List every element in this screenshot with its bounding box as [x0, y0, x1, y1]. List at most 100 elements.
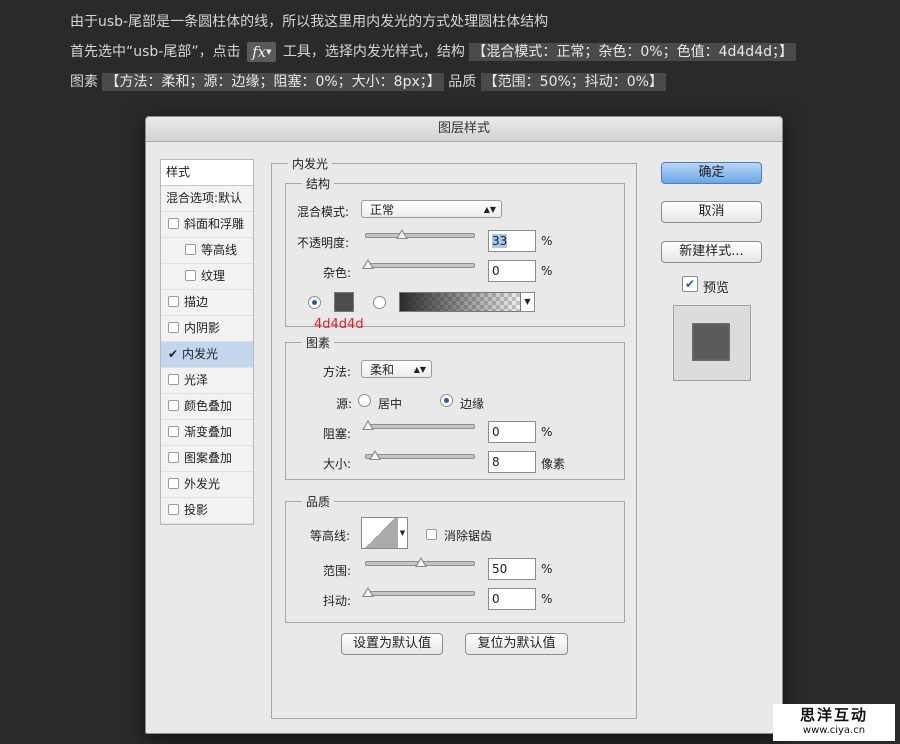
choke-slider[interactable] [362, 420, 475, 430]
style-item-contour[interactable]: 等高线 [161, 238, 253, 264]
cancel-button[interactable]: 取消 [661, 201, 762, 223]
style-item-texture[interactable]: 纹理 [161, 264, 253, 290]
style-item-label: 渐变叠加 [184, 425, 233, 439]
jitter-unit: % [541, 592, 553, 606]
range-input[interactable]: 50 [488, 558, 536, 580]
chevron-down-icon[interactable]: ▼ [521, 292, 535, 312]
method-label: 方法: [323, 365, 352, 379]
reset-default-button[interactable]: 复位为默认值 [465, 633, 568, 655]
ok-button[interactable]: 确定 [661, 162, 762, 184]
size-unit: 像素 [541, 457, 566, 471]
slider-thumb[interactable] [396, 229, 408, 239]
style-item-label: 描边 [184, 295, 209, 309]
style-preview [673, 305, 751, 381]
slider-thumb[interactable] [362, 259, 374, 269]
size-input[interactable]: 8 [488, 451, 536, 473]
layer-style-dialog: 图层样式 样式 混合选项:默认 斜面和浮雕 等高线 纹理 描边 内阴影 ✔ 内发光… [145, 116, 783, 734]
checkbox[interactable] [168, 426, 179, 437]
noise-input[interactable]: 0 [488, 260, 536, 282]
elements-title: 图素 [302, 334, 335, 351]
chevron-updown-icon: ▲▼ [483, 205, 496, 214]
style-list-header[interactable]: 样式 [161, 160, 253, 186]
style-item-label: 内发光 [182, 347, 219, 361]
slider-thumb[interactable] [369, 450, 381, 460]
range-slider[interactable] [365, 557, 475, 567]
dialog-title: 图层样式 [146, 117, 782, 142]
choke-input[interactable]: 0 [488, 421, 536, 443]
new-style-button[interactable]: 新建样式... [661, 241, 762, 263]
jitter-input[interactable]: 0 [488, 588, 536, 610]
intro-line-3-highlight-1: 【方法：柔和；源：边缘；阻塞：0%；大小：8px；】 [102, 73, 444, 91]
jitter-label: 抖动: [323, 594, 352, 608]
style-item-satin[interactable]: 光泽 [161, 368, 253, 394]
style-item-blend-options[interactable]: 混合选项:默认 [161, 186, 253, 212]
style-item-stroke[interactable]: 描边 [161, 290, 253, 316]
choke-label: 阻塞: [323, 427, 352, 441]
opacity-value: 33 [492, 234, 508, 248]
checkbox[interactable] [168, 296, 179, 307]
preview-checkbox[interactable]: ✔ [682, 276, 698, 292]
source-center-label: 居中 [378, 397, 403, 411]
style-item-inner-glow[interactable]: ✔ 内发光 [161, 342, 253, 368]
color-annotation: 4d4d4d [314, 317, 364, 332]
chevron-down-icon[interactable]: ▼ [398, 517, 408, 549]
style-item-color-overlay[interactable]: 颜色叠加 [161, 394, 253, 420]
intro-line-2-highlight: 【混合模式：正常；杂色：0%；色值：4d4d4d；】 [469, 43, 796, 61]
checkbox[interactable] [168, 322, 179, 333]
intro-line-3-highlight-2: 【范围：50%；抖动：0%】 [480, 73, 666, 91]
opacity-unit: % [541, 234, 553, 248]
antialias-label: 消除锯齿 [444, 529, 493, 543]
checkbox[interactable] [168, 218, 179, 229]
antialias-checkbox[interactable] [426, 529, 437, 540]
slider-thumb[interactable] [362, 587, 374, 597]
style-item-drop-shadow[interactable]: 投影 [161, 498, 253, 524]
opacity-input[interactable]: 33 [488, 230, 536, 252]
style-item-bevel-emboss[interactable]: 斜面和浮雕 [161, 212, 253, 238]
source-center-radio[interactable] [358, 394, 371, 407]
source-edge-radio[interactable] [440, 394, 453, 407]
opacity-slider[interactable] [365, 229, 475, 239]
noise-slider[interactable] [362, 259, 475, 269]
blend-mode-select[interactable]: 正常 ▲▼ [361, 200, 502, 218]
watermark: 思洋互动 www.ciya.cn [773, 704, 895, 741]
slider-thumb[interactable] [415, 557, 427, 567]
style-item-label: 外发光 [184, 477, 221, 491]
checkbox[interactable] [168, 478, 179, 489]
make-default-button[interactable]: 设置为默认值 [341, 633, 443, 655]
style-item-label: 颜色叠加 [184, 399, 233, 413]
method-select[interactable]: 柔和 ▲▼ [361, 360, 432, 378]
checkbox[interactable] [168, 452, 179, 463]
intro-line-3-mid: 品质 [448, 74, 477, 90]
checkbox[interactable] [168, 400, 179, 411]
glow-color-swatch[interactable] [334, 292, 354, 312]
preview-square [692, 323, 730, 361]
checkmark-icon[interactable]: ✔ [168, 342, 179, 367]
style-item-pattern-overlay[interactable]: 图案叠加 [161, 446, 253, 472]
style-item-label: 投影 [184, 503, 209, 517]
chevron-down-icon: ▼ [266, 48, 272, 56]
noise-unit: % [541, 264, 553, 278]
gradient-picker[interactable] [399, 292, 521, 312]
structure-title: 结构 [302, 175, 335, 192]
opacity-label: 不透明度: [297, 236, 350, 250]
gradient-mode-radio[interactable] [373, 296, 386, 309]
checkbox[interactable] [168, 374, 179, 385]
contour-preview[interactable] [361, 517, 399, 549]
color-mode-radio[interactable] [308, 296, 321, 309]
source-label: 源: [336, 397, 353, 411]
style-item-label: 内阴影 [184, 321, 221, 335]
size-slider[interactable] [365, 450, 475, 460]
style-list: 样式 混合选项:默认 斜面和浮雕 等高线 纹理 描边 内阴影 ✔ 内发光 光泽 颜… [160, 159, 254, 525]
style-item-gradient-overlay[interactable]: 渐变叠加 [161, 420, 253, 446]
choke-unit: % [541, 425, 553, 439]
checkbox[interactable] [168, 504, 179, 515]
style-item-outer-glow[interactable]: 外发光 [161, 472, 253, 498]
style-item-label: 纹理 [201, 269, 226, 283]
noise-label: 杂色: [323, 266, 352, 280]
jitter-slider[interactable] [362, 587, 475, 597]
size-label: 大小: [323, 457, 352, 471]
slider-thumb[interactable] [362, 420, 374, 430]
checkbox[interactable] [185, 244, 196, 255]
checkbox[interactable] [185, 270, 196, 281]
style-item-inner-shadow[interactable]: 内阴影 [161, 316, 253, 342]
